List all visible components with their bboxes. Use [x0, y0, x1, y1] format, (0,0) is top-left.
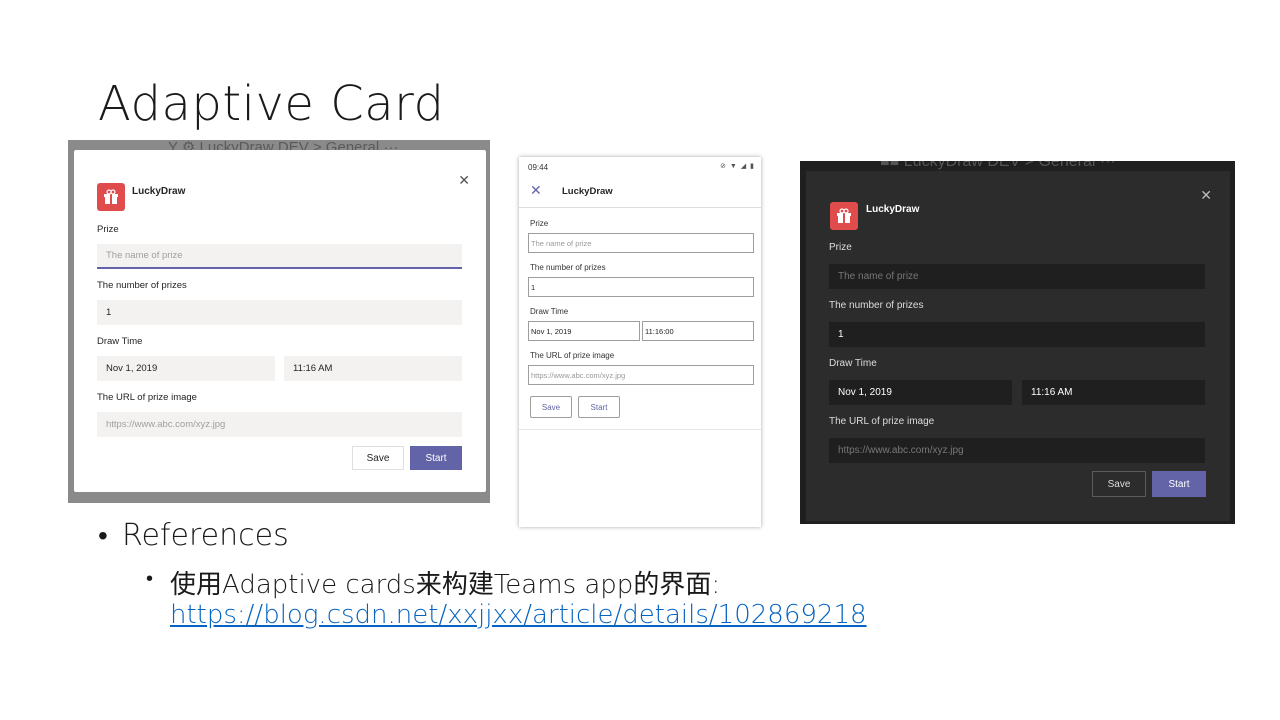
slide: Adaptive Card Y ⚙ LuckyDraw DEV > Genera… [0, 0, 1280, 720]
url-label: The URL of prize image [829, 416, 935, 427]
start-button[interactable]: Start [1152, 471, 1206, 497]
prize-label: Prize [829, 242, 852, 253]
url-input[interactable]: https://www.abc.com/xyz.jpg [97, 412, 462, 437]
close-icon[interactable]: ✕ [1200, 187, 1212, 204]
date-input[interactable]: Nov 1, 2019 [528, 321, 640, 341]
app-name: LuckyDraw [866, 204, 920, 215]
light-dialog: ✕ LuckyDraw Prize The name of prize The … [74, 150, 486, 492]
draw-time-label: Draw Time [97, 336, 143, 347]
url-label: The URL of prize image [530, 351, 615, 360]
prize-label: Prize [530, 219, 549, 228]
status-icons: ⊘ ▼ ◢ ▮ [720, 163, 755, 170]
gift-icon [837, 208, 851, 223]
app-icon [97, 183, 125, 211]
time-input[interactable]: 11:16 AM [1022, 380, 1205, 405]
number-input[interactable]: 1 [528, 277, 754, 297]
close-icon[interactable]: ✕ [458, 172, 470, 189]
save-button[interactable]: Save [352, 446, 404, 470]
save-button[interactable]: Save [1092, 471, 1146, 497]
prize-input[interactable]: The name of prize [97, 244, 462, 269]
start-button[interactable]: Start [410, 446, 462, 470]
dark-teams-screenshot: ■■ LuckyDraw DEV > General ··· ✕ LuckyDr… [800, 161, 1235, 524]
status-time: 09:44 [528, 163, 549, 172]
draw-time-label: Draw Time [530, 307, 569, 316]
reference-link[interactable]: https://blog.csdn.net/xxjjxx/article/det… [170, 600, 867, 630]
url-label: The URL of prize image [97, 392, 197, 403]
url-input[interactable]: https://www.abc.com/xyz.jpg [829, 438, 1205, 463]
number-label: The number of prizes [97, 280, 187, 291]
date-input[interactable]: Nov 1, 2019 [829, 380, 1012, 405]
light-teams-screenshot: Y ⚙ LuckyDraw DEV > General ··· ✕ LuckyD… [68, 140, 490, 503]
reference-description: 使用Adaptive cards来构建Teams app的界面: [170, 570, 721, 600]
number-label: The number of prizes [829, 300, 924, 311]
gift-icon [104, 189, 118, 204]
close-icon[interactable]: ✕ [530, 182, 542, 199]
number-input[interactable]: 1 [829, 322, 1205, 347]
dark-dialog: ✕ LuckyDraw Prize The name of prize The … [806, 171, 1230, 521]
time-input[interactable]: 11:16 AM [284, 356, 462, 381]
number-input[interactable]: 1 [97, 300, 462, 325]
references-heading: References [122, 518, 289, 553]
background-breadcrumb: ■■ LuckyDraw DEV > General ··· [880, 161, 1116, 170]
time-input[interactable]: 11:16:00 [642, 321, 754, 341]
bullet: • [98, 520, 108, 551]
prize-input[interactable]: The name of prize [528, 233, 754, 253]
draw-time-label: Draw Time [829, 358, 877, 369]
prize-label: Prize [97, 224, 119, 235]
sub-bullet: • [146, 568, 154, 590]
app-name: LuckyDraw [562, 186, 613, 197]
number-label: The number of prizes [530, 263, 606, 272]
mobile-screenshot: 09:44 ⊘ ▼ ◢ ▮ ✕ LuckyDraw Prize The name… [519, 157, 761, 527]
app-icon [830, 202, 858, 230]
url-input[interactable]: https://www.abc.com/xyz.jpg [528, 365, 754, 385]
header-divider [519, 207, 761, 208]
app-name: LuckyDraw [132, 186, 186, 197]
slide-title: Adaptive Card [98, 76, 445, 132]
date-input[interactable]: Nov 1, 2019 [97, 356, 275, 381]
card-bottom-divider [519, 429, 761, 430]
start-button[interactable]: Start [578, 396, 620, 418]
prize-input[interactable]: The name of prize [829, 264, 1205, 289]
save-button[interactable]: Save [530, 396, 572, 418]
